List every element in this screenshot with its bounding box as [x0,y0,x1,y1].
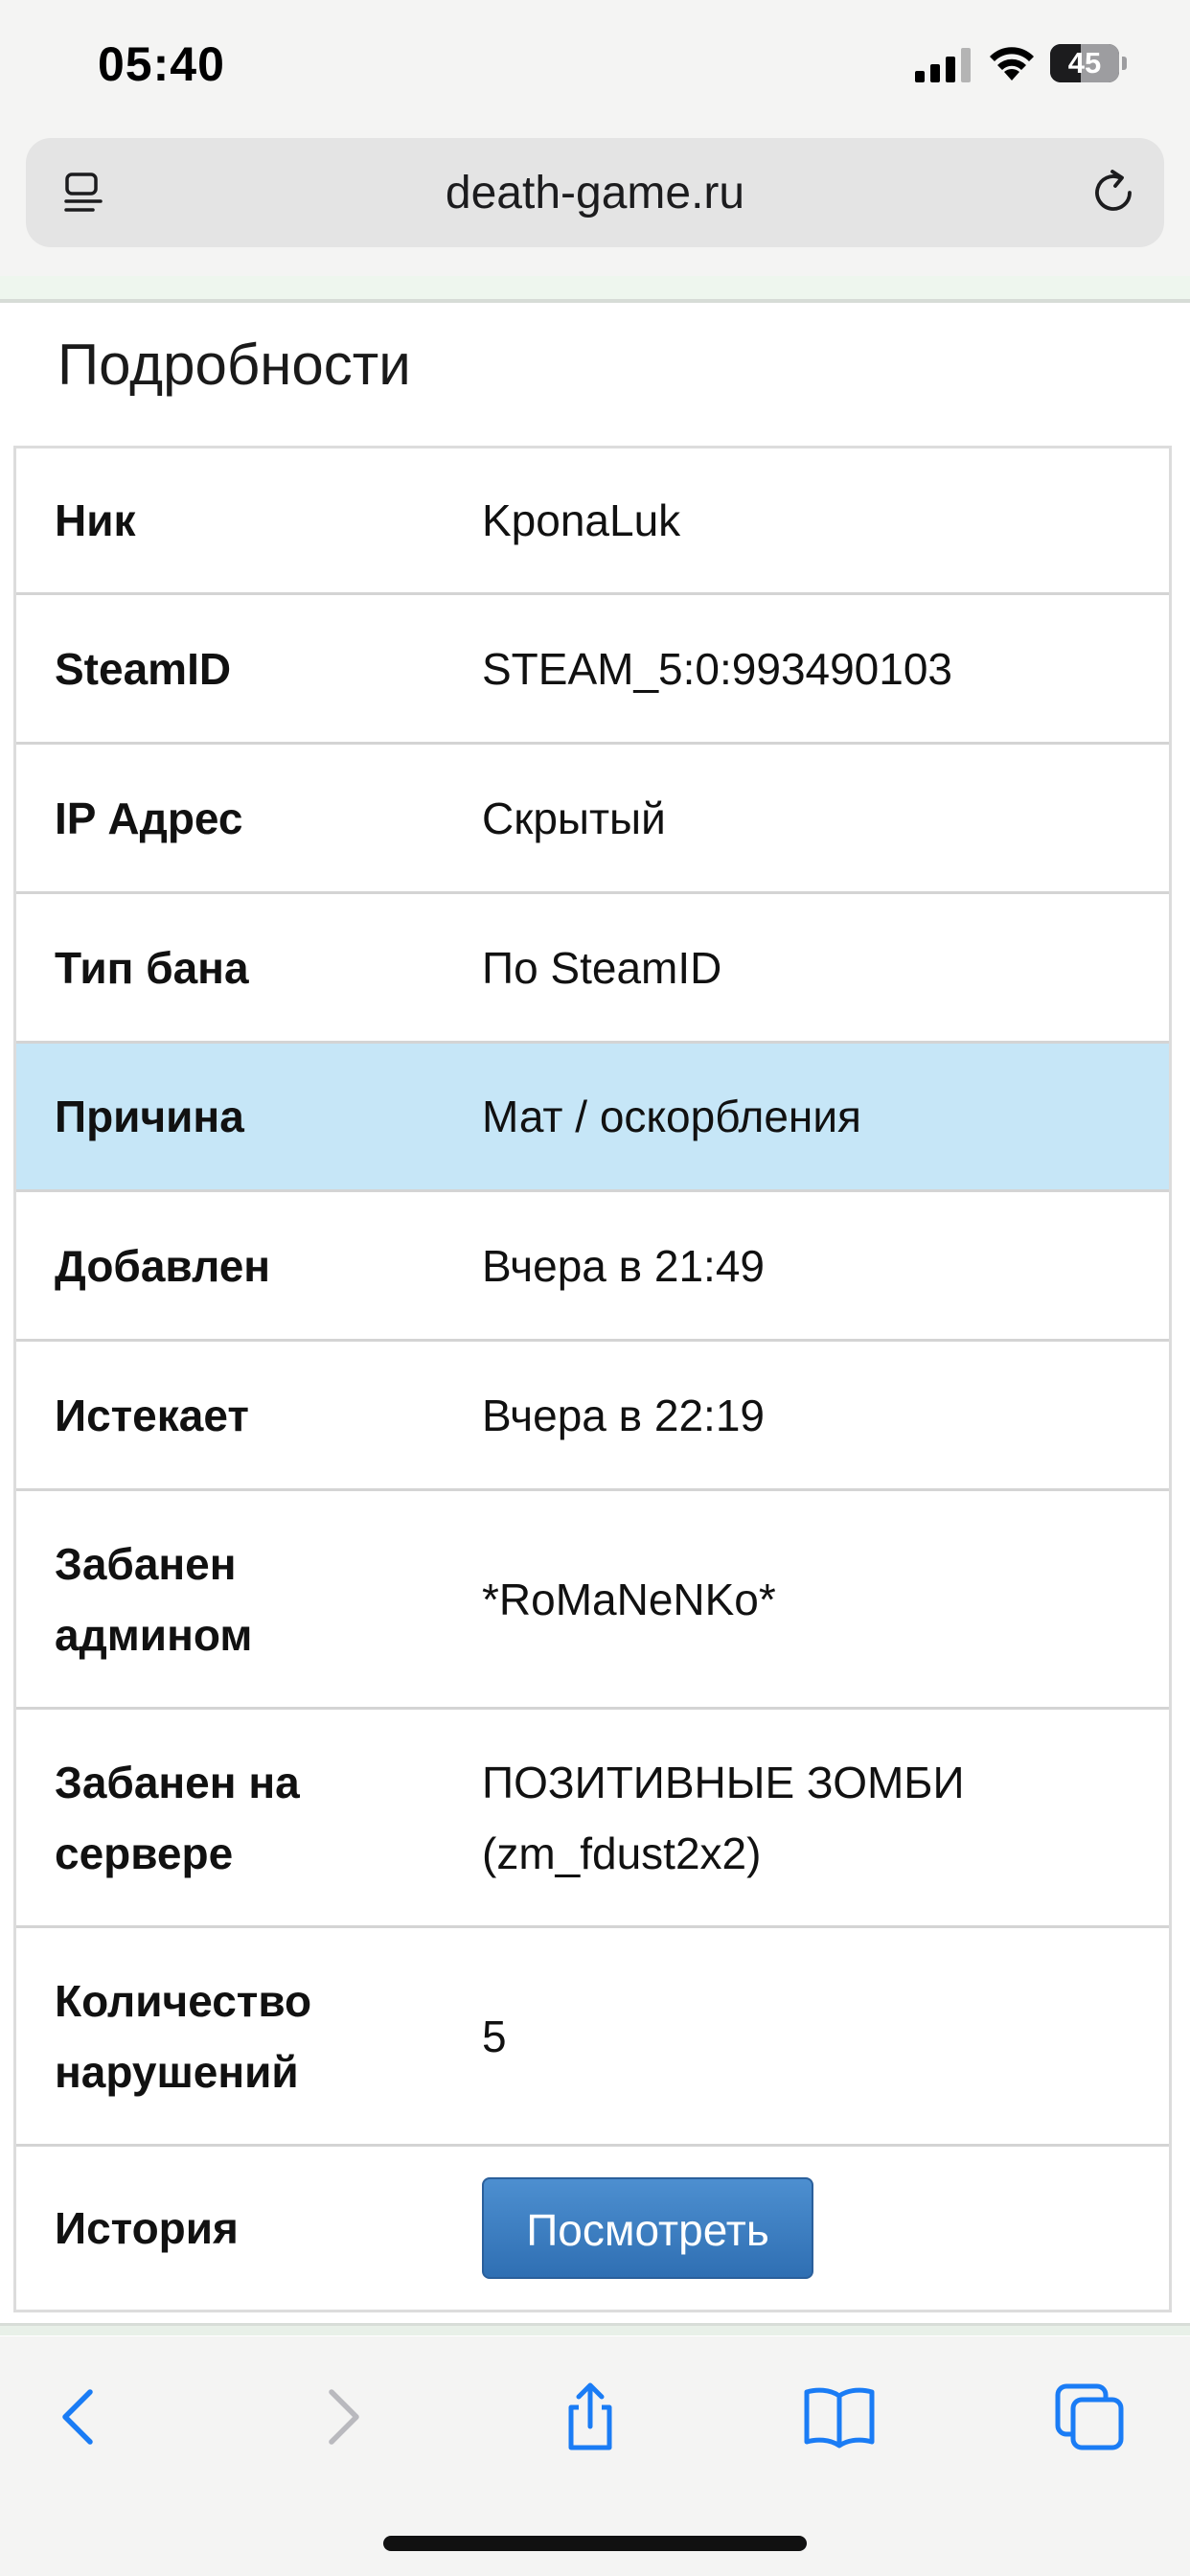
row-label: Забанен на сервере [55,1757,300,1878]
back-icon[interactable] [44,2379,121,2455]
row-value: 5 [482,2011,507,2061]
home-indicator [383,2536,807,2551]
row-label: SteamID [55,643,232,694]
table-row-expires: Истекает Вчера в 22:19 [16,1342,1169,1491]
battery-icon: 45 [1050,44,1127,82]
url-text[interactable]: death-game.ru [26,167,1164,219]
row-value: Скрытый [482,793,666,843]
forward-icon[interactable] [301,2379,378,2455]
tabs-icon[interactable] [1052,2379,1129,2455]
table-row-server: Забанен на сервере ПОЗИТИВНЫЕ ЗОМБИ (zm_… [16,1710,1169,1928]
table-row-steamid: SteamID STEAM_5:0:993490103 [16,595,1169,745]
row-value: STEAM_5:0:993490103 [482,643,953,694]
table-row-banned-by: Забанен админом *RoMaNeNKo* [16,1491,1169,1710]
row-label: Причина [55,1092,244,1141]
row-value: Вчера в 21:49 [482,1240,765,1291]
row-value: Вчера в 22:19 [482,1390,765,1440]
table-row-added: Добавлен Вчера в 21:49 [16,1192,1169,1342]
row-value: ПОЗИТИВНЫЕ ЗОМБИ (zm_fdust2x2) [482,1757,965,1878]
bookmarks-icon[interactable] [801,2379,878,2455]
table-row-nick: Ник KponaLuk [16,448,1169,595]
row-label: Истекает [55,1390,249,1440]
table-row-reason: Причина Мат / оскорбления [16,1044,1169,1192]
row-label: Тип бана [55,942,249,993]
cellular-signal-icon [915,48,971,82]
row-label: История [55,2203,239,2253]
table-row-history: История Посмотреть [16,2147,1169,2310]
row-value: Мат / оскорбления [482,1092,861,1141]
row-label: Количество нарушений [55,1975,312,2097]
table-row-violations: Количество нарушений 5 [16,1928,1169,2147]
battery-percentage: 45 [1067,46,1102,80]
row-label: Ник [55,495,136,545]
row-value: По SteamID [482,942,722,993]
row-label: Добавлен [55,1240,271,1291]
address-bar[interactable]: death-game.ru [26,138,1164,247]
reload-icon[interactable] [1087,167,1139,218]
address-bar-container: death-game.ru [0,134,1190,278]
page-top-divider [0,276,1190,303]
details-table: Ник KponaLuk SteamID STEAM_5:0:993490103… [13,446,1172,2312]
page-title: Подробности [57,333,411,397]
status-bar: 05:40 45 [0,0,1190,134]
page-bottom-divider [0,2323,1190,2335]
table-row-ban-type: Тип бана По SteamID [16,894,1169,1044]
share-icon[interactable] [552,2379,629,2455]
wifi-icon [990,47,1034,80]
row-label: IP Адрес [55,793,243,843]
row-value: *RoMaNeNKo* [482,1574,776,1624]
row-value: Посмотреть [482,2177,1169,2279]
view-history-button[interactable]: Посмотреть [482,2177,813,2279]
table-row-ip: IP Адрес Скрытый [16,745,1169,894]
status-time: 05:40 [98,37,225,91]
row-label: Забанен админом [55,1538,253,1660]
row-value: KponaLuk [482,495,681,545]
